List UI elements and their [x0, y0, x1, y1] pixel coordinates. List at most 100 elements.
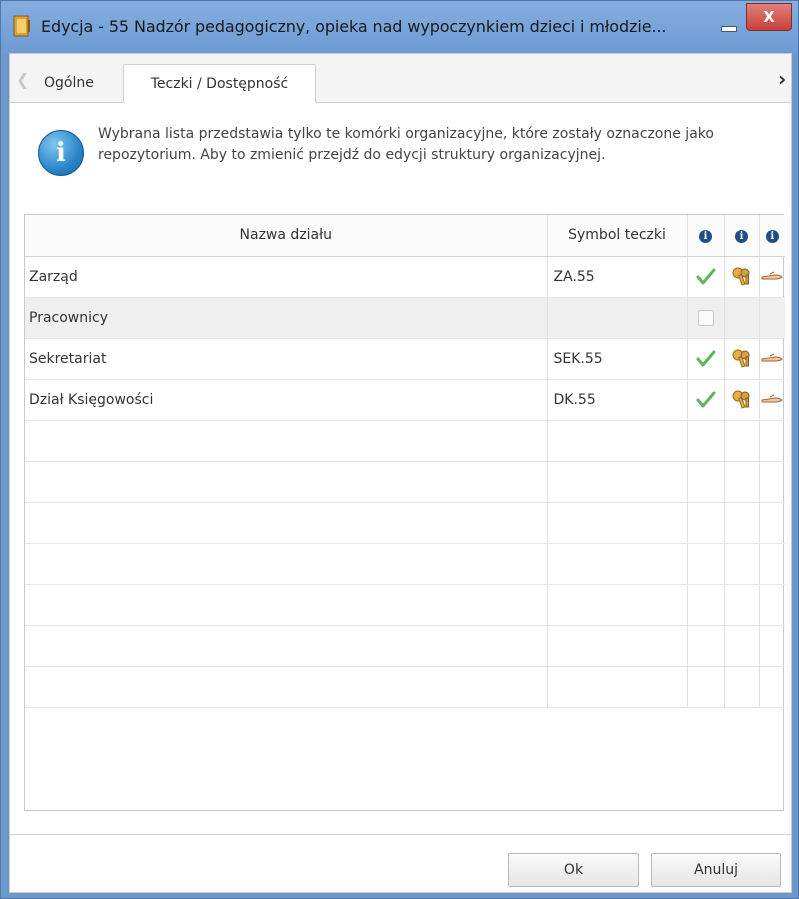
permissions-cell[interactable] — [724, 338, 760, 380]
availability-cell[interactable] — [687, 338, 725, 380]
permissions-cell[interactable] — [724, 379, 760, 421]
table-row[interactable]: Sekretariat SEK.55 — [25, 338, 786, 380]
keys-icon[interactable] — [725, 267, 759, 287]
column-header-info-1[interactable]: i — [687, 215, 725, 257]
info-icon: i — [699, 230, 712, 244]
action-cell[interactable] — [759, 338, 786, 380]
empty-table-row — [25, 666, 785, 708]
empty-cell — [687, 666, 725, 708]
empty-table-row — [25, 543, 785, 585]
grid-header-row: Nazwa działu Symbol teczki i i i — [25, 215, 785, 257]
empty-cell — [724, 420, 760, 462]
pointing-hand-icon[interactable] — [760, 353, 786, 365]
column-header-info-2[interactable]: i — [724, 215, 760, 257]
permissions-cell[interactable] — [724, 297, 760, 339]
table-row[interactable]: Dział Księgowości DK.55 — [25, 379, 786, 421]
action-cell[interactable] — [759, 256, 786, 298]
empty-cell — [547, 420, 688, 462]
dialog-window: Edycja - 55 Nadzór pedagogiczny, opieka … — [0, 0, 799, 899]
keys-icon[interactable] — [725, 349, 759, 369]
departments-grid: Nazwa działu Symbol teczki i i i Zarząd Z… — [24, 214, 786, 811]
ok-button[interactable]: Ok — [508, 853, 639, 887]
empty-cell — [547, 584, 688, 626]
empty-cell — [687, 543, 725, 585]
column-header-name[interactable]: Nazwa działu — [25, 215, 548, 257]
info-text: Wybrana lista przedstawia tylko te komór… — [98, 126, 714, 163]
footer-divider — [10, 834, 791, 835]
availability-cell[interactable] — [687, 256, 725, 298]
empty-cell — [759, 584, 785, 626]
empty-cell — [547, 666, 688, 708]
folder-symbol: DK.55 — [547, 379, 688, 421]
empty-cell — [724, 584, 760, 626]
empty-cell — [547, 502, 688, 544]
action-cell[interactable] — [759, 379, 786, 421]
availability-cell[interactable] — [687, 297, 725, 339]
empty-cell — [724, 461, 760, 503]
empty-cell — [25, 543, 548, 585]
pointing-hand-icon[interactable] — [760, 271, 786, 283]
dialog-body: ❮ Ogólne Teczki / Dostępność › i Wybrana… — [9, 53, 792, 893]
permissions-cell[interactable] — [724, 256, 760, 298]
window-title: Edycja - 55 Nadzór pedagogiczny, opieka … — [41, 17, 667, 36]
empty-table-row — [25, 502, 785, 544]
empty-cell — [759, 666, 785, 708]
title-bar[interactable]: Edycja - 55 Nadzór pedagogiczny, opieka … — [1, 1, 798, 53]
tab-folders-availability[interactable]: Teczki / Dostępność — [123, 64, 316, 103]
table-row[interactable]: Pracownicy — [25, 297, 785, 339]
empty-table-row — [25, 461, 785, 503]
check-icon[interactable] — [688, 350, 724, 368]
column-header-info-3[interactable]: i — [759, 215, 785, 257]
checkbox[interactable] — [697, 309, 714, 326]
folder-symbol: ZA.55 — [547, 256, 688, 298]
minimize-button[interactable] — [715, 17, 741, 35]
cancel-button[interactable]: Anuluj — [651, 853, 781, 887]
empty-cell — [25, 420, 548, 462]
empty-cell — [25, 666, 548, 708]
department-name: Pracownicy — [25, 297, 548, 339]
department-name: Dział Księgowości — [25, 379, 548, 421]
empty-cell — [687, 461, 725, 503]
table-row[interactable]: Zarząd ZA.55 — [25, 256, 786, 298]
empty-cell — [759, 543, 785, 585]
info-message: i Wybrana lista przedstawia tylko te kom… — [32, 122, 772, 182]
empty-cell — [759, 625, 785, 667]
empty-cell — [759, 420, 785, 462]
folder-symbol — [547, 297, 688, 339]
pointing-hand-icon[interactable] — [760, 394, 786, 406]
empty-cell — [547, 543, 688, 585]
check-icon[interactable] — [688, 268, 724, 286]
empty-cell — [724, 502, 760, 544]
scroll-right-icon[interactable]: › — [778, 67, 786, 91]
empty-cell — [687, 625, 725, 667]
folder-icon — [13, 15, 31, 37]
empty-cell — [759, 502, 785, 544]
info-icon: i — [765, 230, 779, 244]
empty-cell — [724, 543, 760, 585]
empty-cell — [724, 666, 760, 708]
empty-cell — [25, 625, 548, 667]
empty-cell — [687, 502, 725, 544]
empty-cell — [687, 420, 725, 462]
empty-cell — [25, 502, 548, 544]
availability-cell[interactable] — [687, 379, 725, 421]
empty-cell — [547, 625, 688, 667]
empty-table-row — [25, 625, 785, 667]
empty-table-row — [25, 584, 785, 626]
keys-icon[interactable] — [725, 390, 759, 410]
close-button[interactable]: X — [746, 3, 792, 31]
department-name: Zarząd — [25, 256, 548, 298]
empty-cell — [25, 461, 548, 503]
column-header-symbol[interactable]: Symbol teczki — [547, 215, 688, 257]
check-icon[interactable] — [688, 391, 724, 409]
folder-symbol: SEK.55 — [547, 338, 688, 380]
action-cell[interactable] — [759, 297, 785, 339]
tab-bar: ❮ Ogólne Teczki / Dostępność › — [10, 54, 791, 103]
empty-table-row — [25, 420, 785, 462]
tab-general[interactable]: Ogólne — [30, 64, 108, 103]
info-icon: i — [735, 230, 748, 244]
empty-cell — [25, 584, 548, 626]
empty-cell — [547, 461, 688, 503]
department-name: Sekretariat — [25, 338, 548, 380]
scroll-left-icon[interactable]: ❮ — [16, 70, 29, 89]
